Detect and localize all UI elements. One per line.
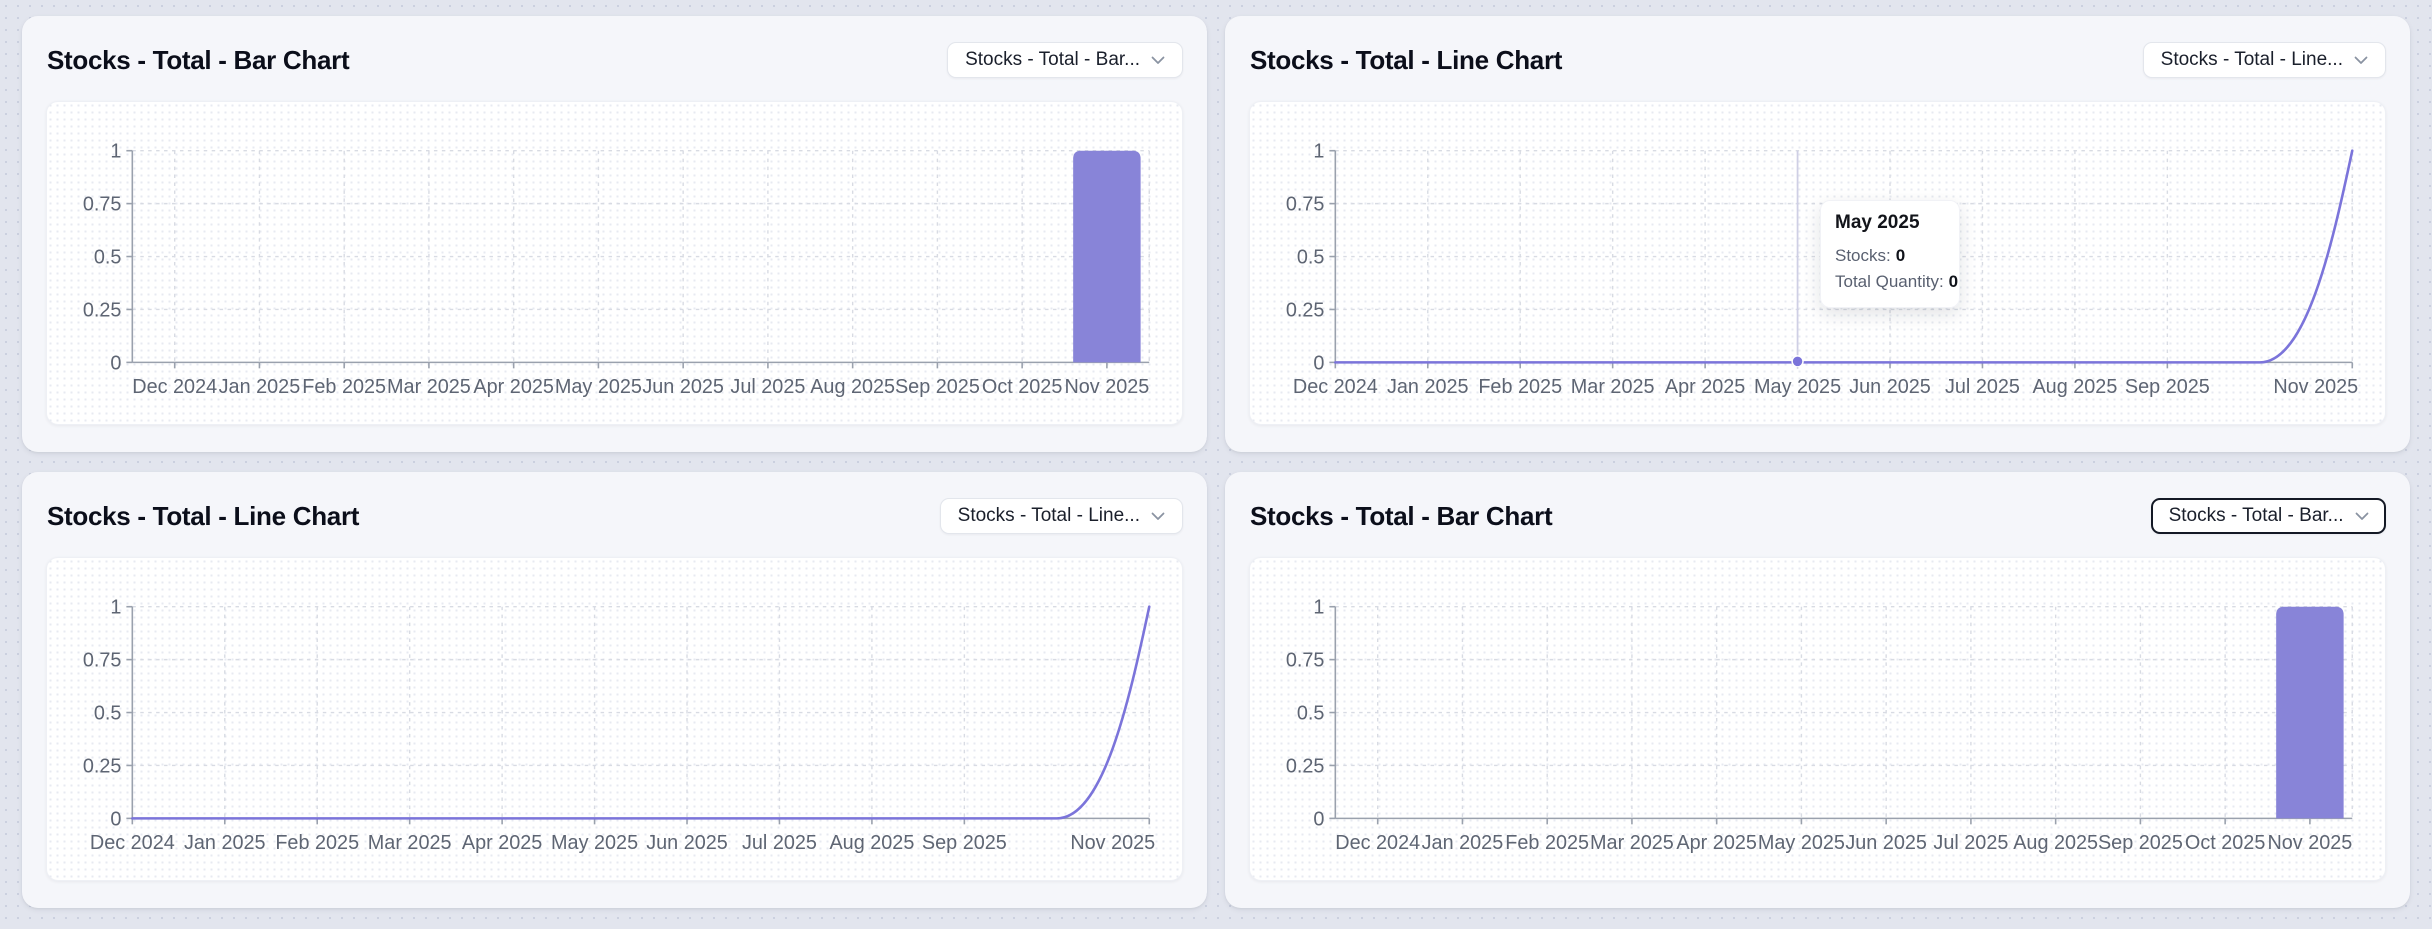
svg-text:Nov 2025: Nov 2025: [2273, 376, 2358, 398]
svg-text:0.25: 0.25: [1286, 755, 1325, 777]
svg-text:Jan 2025: Jan 2025: [219, 376, 301, 398]
svg-text:Dec 2024: Dec 2024: [1293, 376, 1378, 398]
svg-text:Jul 2025: Jul 2025: [1933, 832, 2008, 854]
svg-text:Apr 2025: Apr 2025: [462, 832, 542, 854]
svg-text:Feb 2025: Feb 2025: [1505, 832, 1589, 854]
bar-chart[interactable]: 0 0.25 0.5 0.75 1 Dec 2024Jan 2025Feb 2025Mar…: [1250, 558, 2385, 880]
svg-text:0.5: 0.5: [1297, 702, 1325, 724]
svg-text:Jan 2025: Jan 2025: [184, 832, 266, 854]
svg-text:0.25: 0.25: [83, 299, 122, 321]
panel-header: Stocks - Total - Line Chart Stocks - Tot…: [1225, 16, 2410, 76]
svg-text:May 2025: May 2025: [551, 832, 638, 854]
svg-text:Dec 2024: Dec 2024: [90, 832, 175, 854]
dropdown-label: Stocks - Total - Line...: [958, 505, 1140, 527]
svg-text:0: 0: [1313, 352, 1324, 374]
chart-select-dropdown[interactable]: Stocks - Total - Line...: [2143, 42, 2386, 78]
bar-chart[interactable]: 0 0.25 0.5 0.75 1 Dec 2024Jan 2025Feb 2025Mar…: [47, 102, 1182, 424]
svg-text:0.75: 0.75: [1286, 194, 1325, 216]
dropdown-label: Stocks - Total - Bar...: [2169, 505, 2344, 527]
panel-bottom-right-bar-chart: Stocks - Total - Bar Chart Stocks - Tota…: [1225, 472, 2410, 908]
chart-select-dropdown[interactable]: Stocks - Total - Line...: [940, 498, 1183, 534]
svg-text:0.5: 0.5: [1297, 246, 1325, 268]
svg-text:May 2025: May 2025: [1754, 376, 1841, 398]
svg-text:Sep 2025: Sep 2025: [2098, 832, 2183, 854]
panel-bottom-left-line-chart: Stocks - Total - Line Chart Stocks - Tot…: [22, 472, 1207, 908]
svg-text:May 2025: May 2025: [555, 376, 642, 398]
svg-text:Jun 2025: Jun 2025: [646, 832, 728, 854]
panel-header: Stocks - Total - Line Chart Stocks - Tot…: [22, 472, 1207, 532]
dropdown-label: Stocks - Total - Bar...: [965, 49, 1140, 71]
chart-title: Stocks - Total - Bar Chart: [47, 45, 349, 76]
chevron-down-icon: [1151, 56, 1165, 65]
svg-text:0.75: 0.75: [1286, 650, 1325, 672]
svg-text:Feb 2025: Feb 2025: [302, 376, 386, 398]
svg-text:Sep 2025: Sep 2025: [2125, 376, 2210, 398]
svg-text:Aug 2025: Aug 2025: [829, 832, 914, 854]
svg-text:Sep 2025: Sep 2025: [895, 376, 980, 398]
svg-text:Aug 2025: Aug 2025: [810, 376, 895, 398]
svg-text:Oct 2025: Oct 2025: [982, 376, 1062, 398]
svg-text:Jul 2025: Jul 2025: [1945, 376, 2020, 398]
chevron-down-icon: [2354, 56, 2368, 65]
svg-text:1: 1: [110, 141, 121, 163]
svg-text:0.5: 0.5: [94, 702, 122, 724]
chart-select-dropdown[interactable]: Stocks - Total - Bar...: [947, 42, 1183, 78]
svg-text:May 2025: May 2025: [1758, 832, 1845, 854]
svg-text:0.25: 0.25: [83, 755, 122, 777]
svg-text:Oct 2025: Oct 2025: [2185, 832, 2265, 854]
svg-text:Dec 2024: Dec 2024: [132, 376, 217, 398]
svg-text:0: 0: [110, 352, 121, 374]
svg-text:0.25: 0.25: [1286, 299, 1325, 321]
panel-header: Stocks - Total - Bar Chart Stocks - Tota…: [22, 16, 1207, 76]
svg-text:1: 1: [110, 597, 121, 619]
svg-text:Apr 2025: Apr 2025: [1676, 832, 1756, 854]
line-chart[interactable]: 0 0.25 0.5 0.75 1 Dec 2024 Jan 2025 Feb 2025 Mar…: [47, 558, 1182, 880]
svg-text:Nov 2025: Nov 2025: [2267, 832, 2352, 854]
svg-text:Mar 2025: Mar 2025: [368, 832, 452, 854]
panel-header: Stocks - Total - Bar Chart Stocks - Tota…: [1225, 472, 2410, 532]
line-chart[interactable]: 0 0.25 0.5 0.75 1 Dec 2024 Jan 2025 Feb 2025 Mar…: [1250, 102, 2385, 424]
svg-text:Mar 2025: Mar 2025: [1571, 376, 1655, 398]
svg-text:Apr 2025: Apr 2025: [473, 376, 553, 398]
svg-text:Aug 2025: Aug 2025: [2013, 832, 2098, 854]
svg-text:Nov 2025: Nov 2025: [1070, 832, 1155, 854]
svg-text:Sep 2025: Sep 2025: [922, 832, 1007, 854]
svg-text:Apr 2025: Apr 2025: [1665, 376, 1745, 398]
svg-text:0: 0: [1313, 808, 1324, 830]
svg-text:Mar 2025: Mar 2025: [387, 376, 471, 398]
chevron-down-icon: [2355, 512, 2369, 521]
svg-text:0.75: 0.75: [83, 650, 122, 672]
svg-text:Jan 2025: Jan 2025: [1387, 376, 1469, 398]
svg-text:Jan 2025: Jan 2025: [1422, 832, 1504, 854]
chart-card: 0 0.25 0.5 0.75 1 Dec 2024Jan 2025Feb 2025Mar…: [46, 101, 1183, 425]
dropdown-label: Stocks - Total - Line...: [2161, 49, 2343, 71]
svg-text:Nov 2025: Nov 2025: [1064, 376, 1149, 398]
svg-text:Feb 2025: Feb 2025: [1478, 376, 1562, 398]
chevron-down-icon: [1151, 512, 1165, 521]
panel-top-left-bar-chart: Stocks - Total - Bar Chart Stocks - Tota…: [22, 16, 1207, 452]
svg-text:Jun 2025: Jun 2025: [1849, 376, 1931, 398]
panel-top-right-line-chart: Stocks - Total - Line Chart Stocks - Tot…: [1225, 16, 2410, 452]
svg-text:1: 1: [1313, 141, 1324, 163]
chart-card: 0 0.25 0.5 0.75 1 Dec 2024Jan 2025Feb 2025Mar…: [1249, 557, 2386, 881]
chart-select-dropdown-focused[interactable]: Stocks - Total - Bar...: [2151, 498, 2386, 534]
svg-text:Jul 2025: Jul 2025: [742, 832, 817, 854]
svg-text:Jun 2025: Jun 2025: [1845, 832, 1927, 854]
dashboard-grid: Stocks - Total - Bar Chart Stocks - Tota…: [0, 0, 2432, 929]
svg-text:Dec 2024: Dec 2024: [1335, 832, 1420, 854]
chart-card: 0 0.25 0.5 0.75 1 Dec 2024 Jan 2025 Feb 2025 Mar…: [46, 557, 1183, 881]
chart-title: Stocks - Total - Bar Chart: [1250, 501, 1552, 532]
svg-text:Jun 2025: Jun 2025: [642, 376, 724, 398]
svg-text:1: 1: [1313, 597, 1324, 619]
svg-text:0.75: 0.75: [83, 194, 122, 216]
svg-text:0.5: 0.5: [94, 246, 122, 268]
svg-text:0: 0: [110, 808, 121, 830]
svg-text:Mar 2025: Mar 2025: [1590, 832, 1674, 854]
chart-title: Stocks - Total - Line Chart: [47, 501, 359, 532]
chart-title: Stocks - Total - Line Chart: [1250, 45, 1562, 76]
chart-card: 0 0.25 0.5 0.75 1 Dec 2024 Jan 2025 Feb 2025 Mar…: [1249, 101, 2386, 425]
svg-text:Aug 2025: Aug 2025: [2032, 376, 2117, 398]
svg-text:Jul 2025: Jul 2025: [730, 376, 805, 398]
svg-text:Feb 2025: Feb 2025: [275, 832, 359, 854]
